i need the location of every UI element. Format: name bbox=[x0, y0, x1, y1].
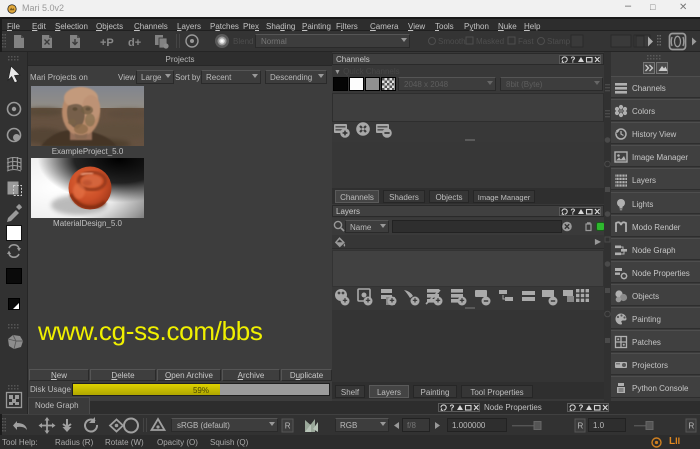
svg-text:?: ? bbox=[571, 56, 576, 65]
svg-text:?: ? bbox=[571, 208, 576, 217]
svg-text:Smooth: Smooth bbox=[438, 37, 466, 46]
svg-text:Fast: Fast bbox=[518, 37, 534, 46]
svg-text:Stamp: Stamp bbox=[547, 37, 571, 46]
svg-text:R: R bbox=[578, 422, 584, 431]
svg-text:+P: +P bbox=[100, 37, 114, 49]
svg-text:?: ? bbox=[450, 404, 455, 413]
svg-text:R: R bbox=[689, 422, 695, 431]
svg-text:?: ? bbox=[579, 404, 584, 413]
svg-text:Masked: Masked bbox=[476, 37, 504, 46]
svg-text:R: R bbox=[285, 422, 291, 431]
svg-text:d+: d+ bbox=[128, 37, 141, 49]
